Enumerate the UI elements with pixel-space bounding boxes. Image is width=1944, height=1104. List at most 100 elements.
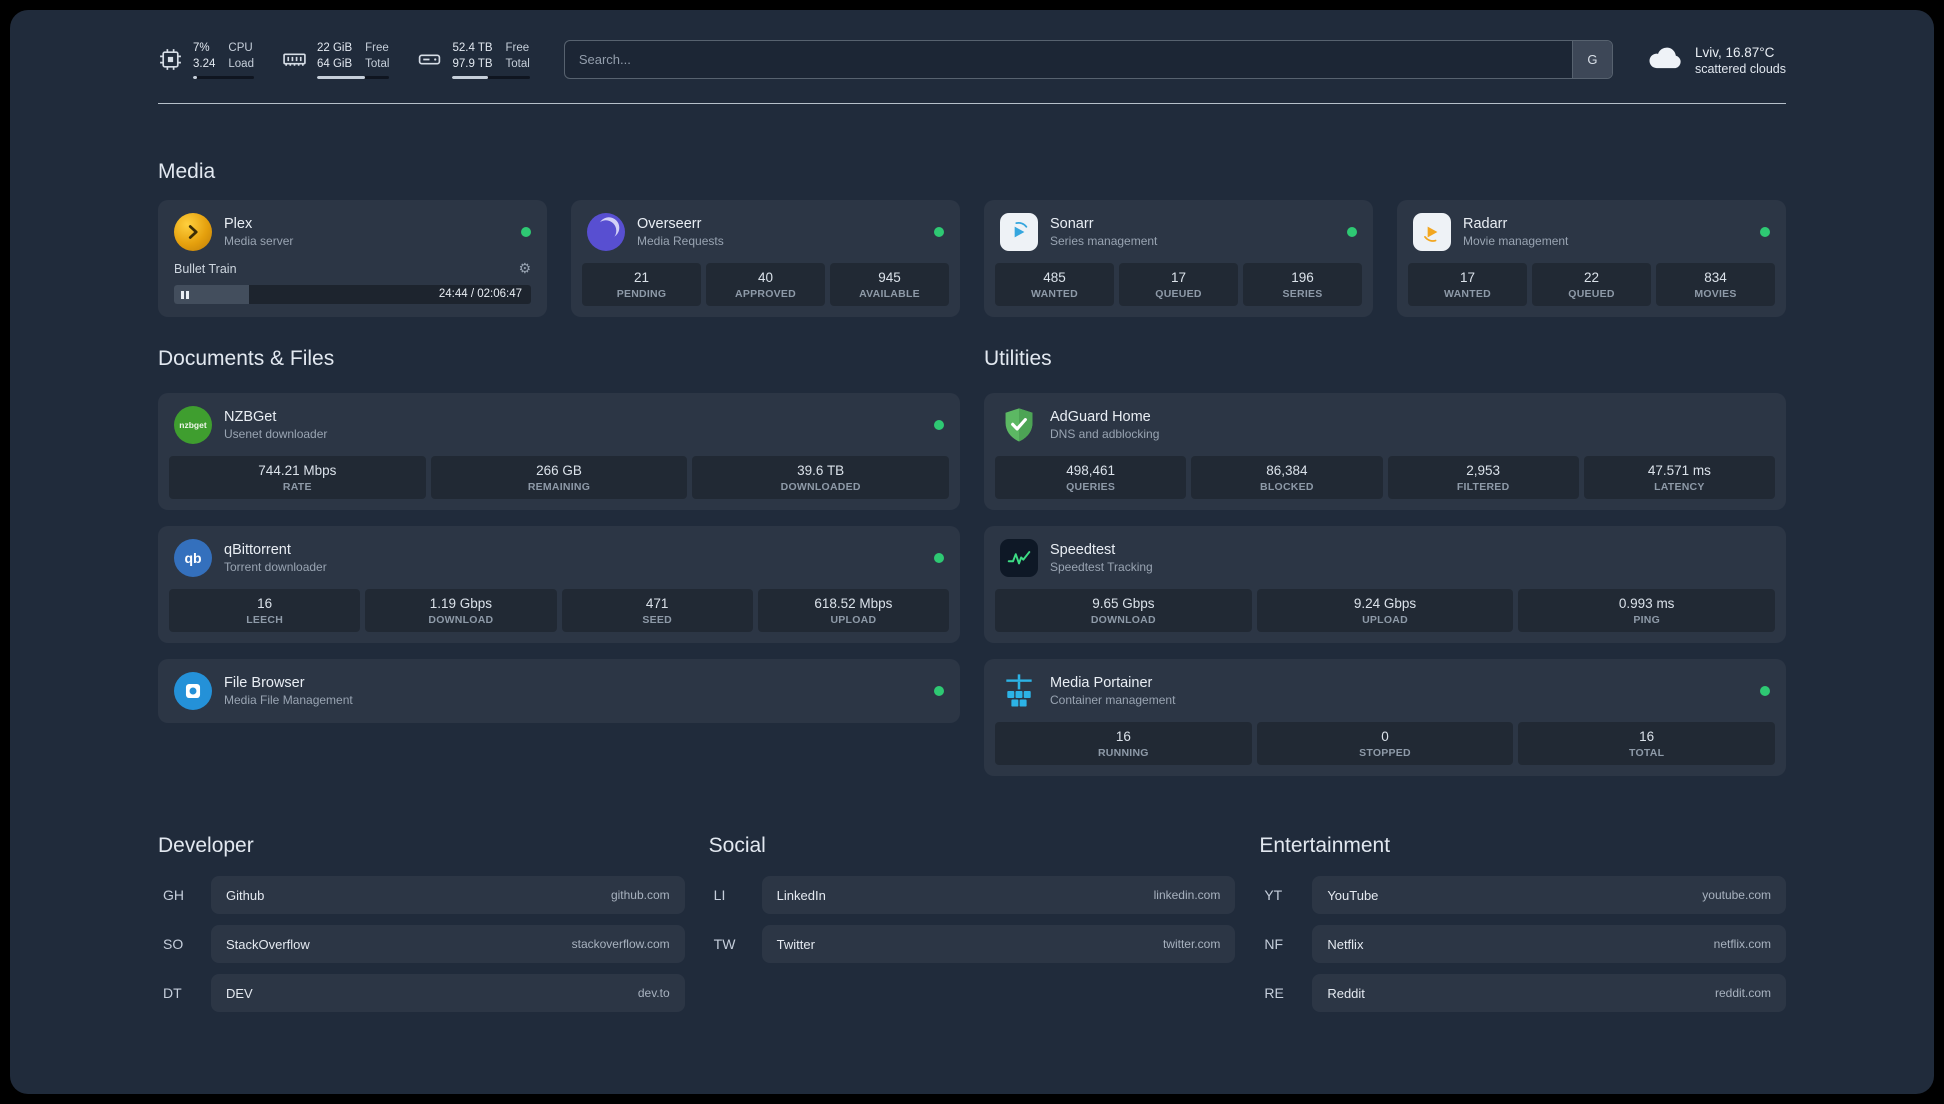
playback-time: 24:44 / 02:06:47: [438, 288, 522, 301]
bookmark-abbr: RE: [1264, 985, 1284, 1002]
stat-tile: 266 GB REMAINING: [430, 456, 688, 500]
disk-total-label: Total: [505, 58, 530, 71]
section-title-utilities: Utilities: [984, 347, 1052, 371]
bookmark-linkedin[interactable]: LinkedIn linkedin.com: [761, 876, 1236, 915]
gear-icon[interactable]: ⚙: [518, 260, 531, 277]
service-desc: Usenet downloader: [224, 427, 328, 442]
weather-widget[interactable]: Lviv, 16.87°C scattered clouds: [1647, 42, 1786, 77]
bookmark-dev[interactable]: DEV dev.to: [211, 974, 685, 1013]
disk-total-value: 97.9 TB: [452, 58, 493, 71]
service-card-radarr[interactable]: Radarr Movie management 17 WANTED 22 QUE…: [1397, 200, 1786, 318]
stat-tile: 16 LEECH: [169, 589, 361, 633]
service-card-speedtest[interactable]: Speedtest Speedtest Tracking 9.65 Gbps D…: [984, 526, 1786, 644]
bookmark-row: SO StackOverflow stackoverflow.com: [158, 925, 685, 964]
section-title-documents: Documents & Files: [158, 347, 335, 371]
weather-condition: scattered clouds: [1694, 62, 1786, 77]
status-dot: [934, 553, 944, 564]
service-desc: Container management: [1050, 693, 1176, 708]
bookmark-abbr: GH: [163, 887, 184, 904]
radarr-icon: [1413, 213, 1451, 252]
bookmark-abbr: LI: [713, 887, 726, 904]
service-desc: DNS and adblocking: [1050, 427, 1160, 442]
service-desc: Media Requests: [637, 234, 724, 249]
bookmark-reddit[interactable]: Reddit reddit.com: [1312, 974, 1786, 1013]
stat-tile: 744.21 Mbps RATE: [169, 456, 426, 500]
stat-tile: 618.52 Mbps UPLOAD: [757, 589, 949, 633]
memory-progress-bar: [316, 76, 390, 80]
stat-tile: 39.6 TB DOWNLOADED: [692, 456, 950, 500]
search-provider-button[interactable]: G: [1571, 41, 1612, 79]
bookmark-stackoverflow[interactable]: StackOverflow stackoverflow.com: [211, 925, 685, 964]
bookmark-abbr: DT: [163, 985, 182, 1002]
bookmark-netflix[interactable]: Netflix netflix.com: [1312, 925, 1786, 964]
service-card-plex[interactable]: Plex Media server Bullet Train ⚙ 24:44 /…: [158, 200, 547, 318]
service-name: Plex: [224, 216, 253, 233]
stat-tile: 485 WANTED: [995, 263, 1114, 307]
section-title-media: Media: [158, 160, 216, 184]
bookmark-row: LI LinkedIn linkedin.com: [709, 876, 1236, 915]
bookmark-row: DT DEV dev.to: [158, 974, 685, 1013]
now-playing-title: Bullet Train: [174, 261, 237, 276]
sonarr-icon: [1000, 213, 1038, 252]
stat-tile: 17 WANTED: [1408, 263, 1527, 307]
bookmark-github[interactable]: Github github.com: [211, 876, 685, 915]
stat-tile: 0 STOPPED: [1256, 722, 1514, 766]
stat-tile: 86,384 BLOCKED: [1191, 456, 1383, 500]
service-card-qbittorrent[interactable]: qb qBittorrent Torrent downloader 16 LEE…: [158, 526, 960, 644]
service-desc: Torrent downloader: [224, 560, 327, 575]
service-name: AdGuard Home: [1050, 409, 1151, 426]
stat-tile: 471 SEED: [561, 589, 753, 633]
playback-progress-bar[interactable]: 24:44 / 02:06:47: [174, 285, 531, 305]
overseerr-icon: [587, 213, 625, 252]
memory-free-label: Free: [365, 42, 389, 54]
pause-icon[interactable]: [181, 290, 189, 299]
service-desc: Series management: [1050, 234, 1158, 249]
section-title-developer: Developer: [158, 834, 254, 858]
topbar-divider: [158, 103, 1786, 105]
service-card-overseerr[interactable]: Overseerr Media Requests 21 PENDING 40 A…: [571, 200, 960, 318]
weather-location: Lviv, 16.87°C: [1694, 44, 1775, 60]
status-dot: [1760, 686, 1770, 697]
stat-tile: 21 PENDING: [582, 263, 701, 307]
service-desc: Speedtest Tracking: [1050, 560, 1153, 575]
stat-tile: 16 TOTAL: [1518, 722, 1776, 766]
service-card-nzbget[interactable]: nzbget NZBGet Usenet downloader 744.21 M…: [158, 393, 960, 511]
stat-tile: 9.65 Gbps DOWNLOAD: [995, 589, 1252, 633]
bookmark-youtube[interactable]: YouTube youtube.com: [1312, 876, 1786, 915]
stat-tile: 0.993 ms PING: [1518, 589, 1776, 633]
cpu-icon: [158, 47, 183, 72]
cpu-value: 7%: [193, 42, 210, 54]
bookmark-row: NF Netflix netflix.com: [1259, 925, 1786, 964]
section-title-entertainment: Entertainment: [1259, 834, 1391, 858]
plex-icon: [174, 213, 212, 252]
cpu-label: CPU: [228, 42, 253, 54]
bookmark-group-social: Social LI LinkedIn linkedin.com TW Twitt…: [709, 834, 1236, 1023]
bookmark-row: TW Twitter twitter.com: [709, 925, 1236, 964]
search-input[interactable]: [564, 41, 1572, 79]
service-name: File Browser: [224, 675, 305, 692]
stat-tile: 9.24 Gbps UPLOAD: [1256, 589, 1514, 633]
service-card-filebrowser[interactable]: File Browser Media File Management: [158, 659, 960, 724]
service-card-portainer[interactable]: Media Portainer Container management 16 …: [984, 659, 1786, 777]
filebrowser-icon: [174, 672, 212, 711]
bookmark-twitter[interactable]: Twitter twitter.com: [761, 925, 1236, 964]
stat-tile: 196 SERIES: [1243, 263, 1362, 307]
stat-tile: 40 APPROVED: [706, 263, 825, 307]
cloud-icon: [1647, 42, 1683, 77]
status-dot: [934, 420, 944, 431]
service-name: Media Portainer: [1050, 675, 1153, 692]
bookmark-abbr: SO: [163, 936, 184, 953]
stat-tile: 2,953 FILTERED: [1387, 456, 1579, 500]
top-bar: 7% 3.24 CPU Load 22 GiB 64 GiB Free Tota…: [158, 10, 1786, 80]
stat-tile: 498,461 QUERIES: [995, 456, 1187, 500]
bookmark-group-developer: Developer GH Github github.com SO StackO…: [158, 834, 685, 1023]
bookmark-row: RE Reddit reddit.com: [1259, 974, 1786, 1013]
service-card-sonarr[interactable]: Sonarr Series management 485 WANTED 17 Q…: [984, 200, 1373, 318]
bookmark-abbr: YT: [1264, 887, 1283, 904]
status-dot: [934, 686, 944, 697]
service-card-adguard[interactable]: AdGuard Home DNS and adblocking 498,461 …: [984, 393, 1786, 511]
resource-disk: 52.4 TB 97.9 TB Free Total: [417, 40, 530, 80]
adguard-icon: [1000, 406, 1038, 444]
service-name: Overseerr: [637, 216, 702, 233]
disk-free-label: Free: [505, 42, 530, 54]
